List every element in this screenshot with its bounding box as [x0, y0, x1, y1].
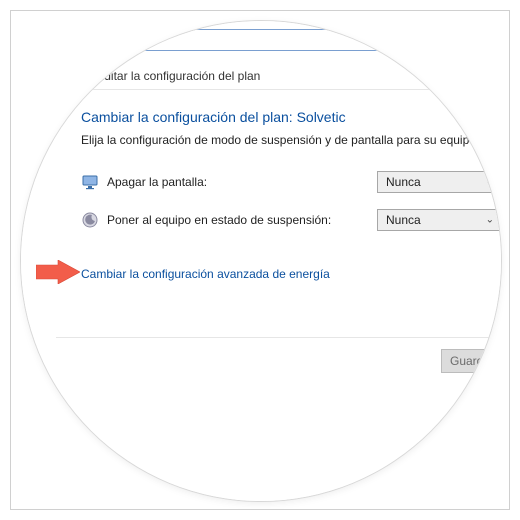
breadcrumb: rgía ❯ Editar la configuración del plan [56, 69, 260, 83]
circular-crop: rgía ❯ Editar la configuración del plan … [21, 21, 501, 501]
divider-bottom [56, 337, 501, 338]
window-content: rgía ❯ Editar la configuración del plan … [21, 21, 501, 501]
sleep-value: Nunca [386, 213, 421, 227]
save-button-label: Guarda [450, 354, 490, 368]
page-title: Cambiar la configuración del plan: Solve… [81, 109, 346, 125]
setting-row-sleep: Poner al equipo en estado de suspensión:… [81, 209, 501, 231]
sleep-label: Poner al equipo en estado de suspensión: [107, 213, 377, 227]
chevron-down-icon: ⌄ [486, 177, 494, 188]
chevron-down-icon: ⌄ [486, 215, 494, 226]
outer-frame: rgía ❯ Editar la configuración del plan … [10, 10, 510, 510]
divider-top [56, 89, 501, 90]
setting-row-display: Apagar la pantalla: Nunca ⌄ [81, 171, 501, 193]
advanced-settings-link[interactable]: Cambiar la configuración avanzada de ene… [81, 267, 330, 281]
display-off-value: Nunca [386, 175, 421, 189]
display-off-dropdown[interactable]: Nunca ⌄ [377, 171, 501, 193]
breadcrumb-item-edit-plan[interactable]: Editar la configuración del plan [96, 69, 260, 83]
moon-icon [81, 211, 99, 229]
page-subtitle: Elija la configuración de modo de suspen… [81, 133, 479, 147]
display-off-label: Apagar la pantalla: [107, 175, 377, 189]
annotation-arrow-icon [36, 260, 80, 284]
address-bar[interactable] [56, 29, 476, 51]
save-changes-button: Guarda [441, 349, 501, 373]
monitor-icon [81, 173, 99, 191]
sleep-dropdown[interactable]: Nunca ⌄ [377, 209, 501, 231]
chevron-right-icon: ❯ [83, 71, 91, 82]
breadcrumb-item-energy[interactable]: rgía [56, 69, 77, 83]
